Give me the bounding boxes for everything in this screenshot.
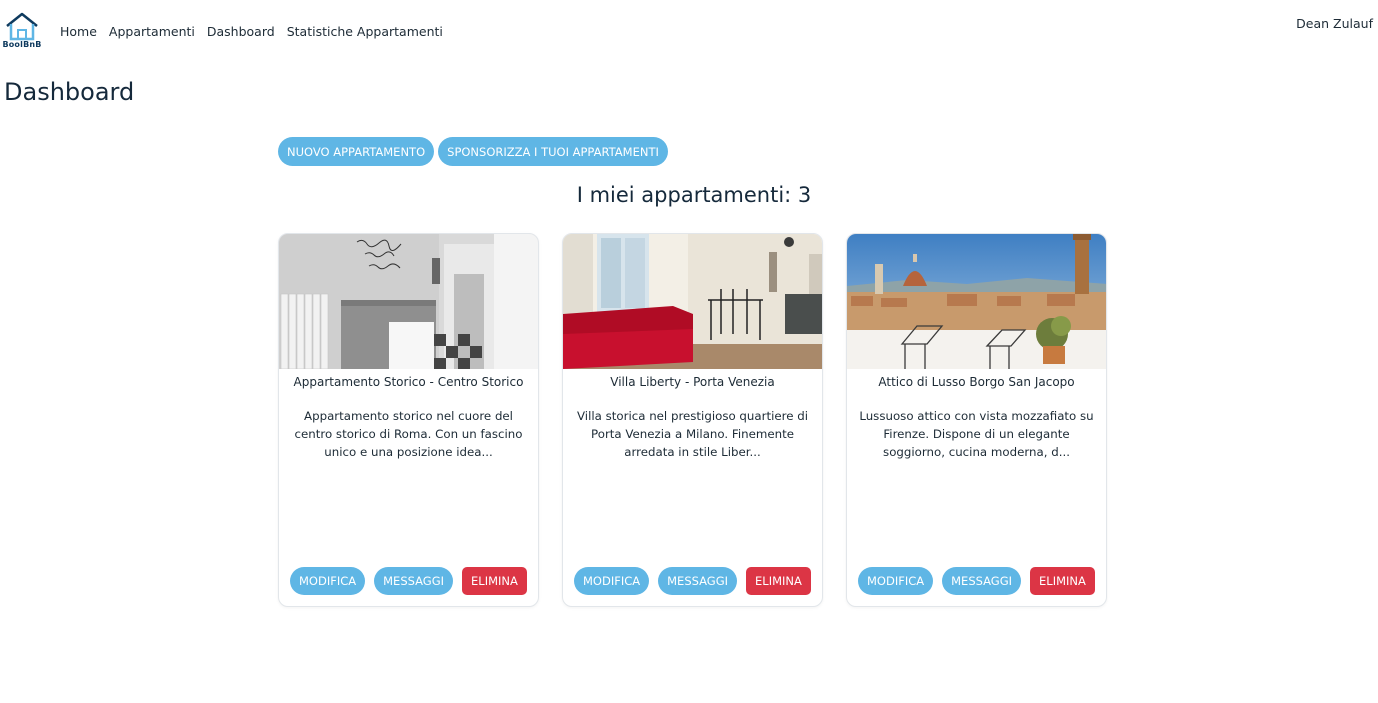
delete-button[interactable]: ELIMINA: [462, 567, 527, 595]
new-apartment-button[interactable]: NUOVO APPARTAMENTO: [278, 137, 435, 166]
house-logo-icon: [6, 12, 38, 41]
sponsor-apartments-button[interactable]: SPONSORIZZA I TUOI APPARTAMENTI: [438, 137, 668, 166]
messages-button[interactable]: MESSAGGI: [658, 567, 738, 595]
edit-button[interactable]: MODIFICA: [574, 567, 650, 595]
apartment-cards: Appartamento Storico - Centro Storico Ap…: [278, 233, 1107, 607]
navbar: BoolBnB Home Appartamenti Dashboard Stat…: [0, 0, 1378, 62]
apartment-photo[interactable]: [563, 234, 823, 369]
apartment-photo[interactable]: [279, 234, 539, 369]
nav-link-dashboard[interactable]: Dashboard: [207, 24, 275, 39]
card-actions: MODIFICA MESSAGGI ELIMINA: [290, 567, 527, 595]
apartment-description: Appartamento storico nel cuore del centr…: [294, 409, 523, 459]
apartment-card: Attico di Lusso Borgo San Jacopo Lussuos…: [846, 233, 1107, 607]
apartment-description: Villa storica nel prestigioso quartiere …: [576, 409, 809, 459]
edit-button[interactable]: MODIFICA: [858, 567, 934, 595]
messages-button[interactable]: MESSAGGI: [374, 567, 454, 595]
delete-button[interactable]: ELIMINA: [1030, 567, 1095, 595]
user-menu[interactable]: Dean Zulauf: [1296, 16, 1373, 31]
apartment-description: Lussuoso attico con vista mozzafiato su …: [859, 409, 1094, 459]
apartment-card: Appartamento Storico - Centro Storico Ap…: [278, 233, 539, 607]
apartment-title: Appartamento Storico - Centro Storico: [293, 375, 524, 389]
dashboard-actions: NUOVO APPARTAMENTO SPONSORIZZA I TUOI AP…: [278, 137, 668, 166]
card-actions: MODIFICA MESSAGGI ELIMINA: [574, 567, 811, 595]
logo-text: BoolBnB: [2, 40, 42, 49]
apartment-card: Villa Liberty - Porta Venezia Villa stor…: [562, 233, 823, 607]
apartment-title: Villa Liberty - Porta Venezia: [610, 375, 775, 389]
delete-button[interactable]: ELIMINA: [746, 567, 811, 595]
page-title: Dashboard: [4, 78, 135, 106]
card-actions: MODIFICA MESSAGGI ELIMINA: [858, 567, 1095, 595]
nav-link-appartamenti[interactable]: Appartamenti: [109, 24, 195, 39]
nav-link-home[interactable]: Home: [60, 24, 97, 39]
apartment-title: Attico di Lusso Borgo San Jacopo: [878, 375, 1075, 389]
messages-button[interactable]: MESSAGGI: [942, 567, 1022, 595]
logo-link[interactable]: BoolBnB: [0, 12, 44, 54]
apartment-photo[interactable]: [847, 234, 1107, 369]
nav-links: Home Appartamenti Dashboard Statistiche …: [60, 24, 443, 39]
apartments-count-heading: I miei appartamenti: 3: [576, 183, 812, 207]
edit-button[interactable]: MODIFICA: [290, 567, 366, 595]
nav-link-statistiche[interactable]: Statistiche Appartamenti: [287, 24, 443, 39]
